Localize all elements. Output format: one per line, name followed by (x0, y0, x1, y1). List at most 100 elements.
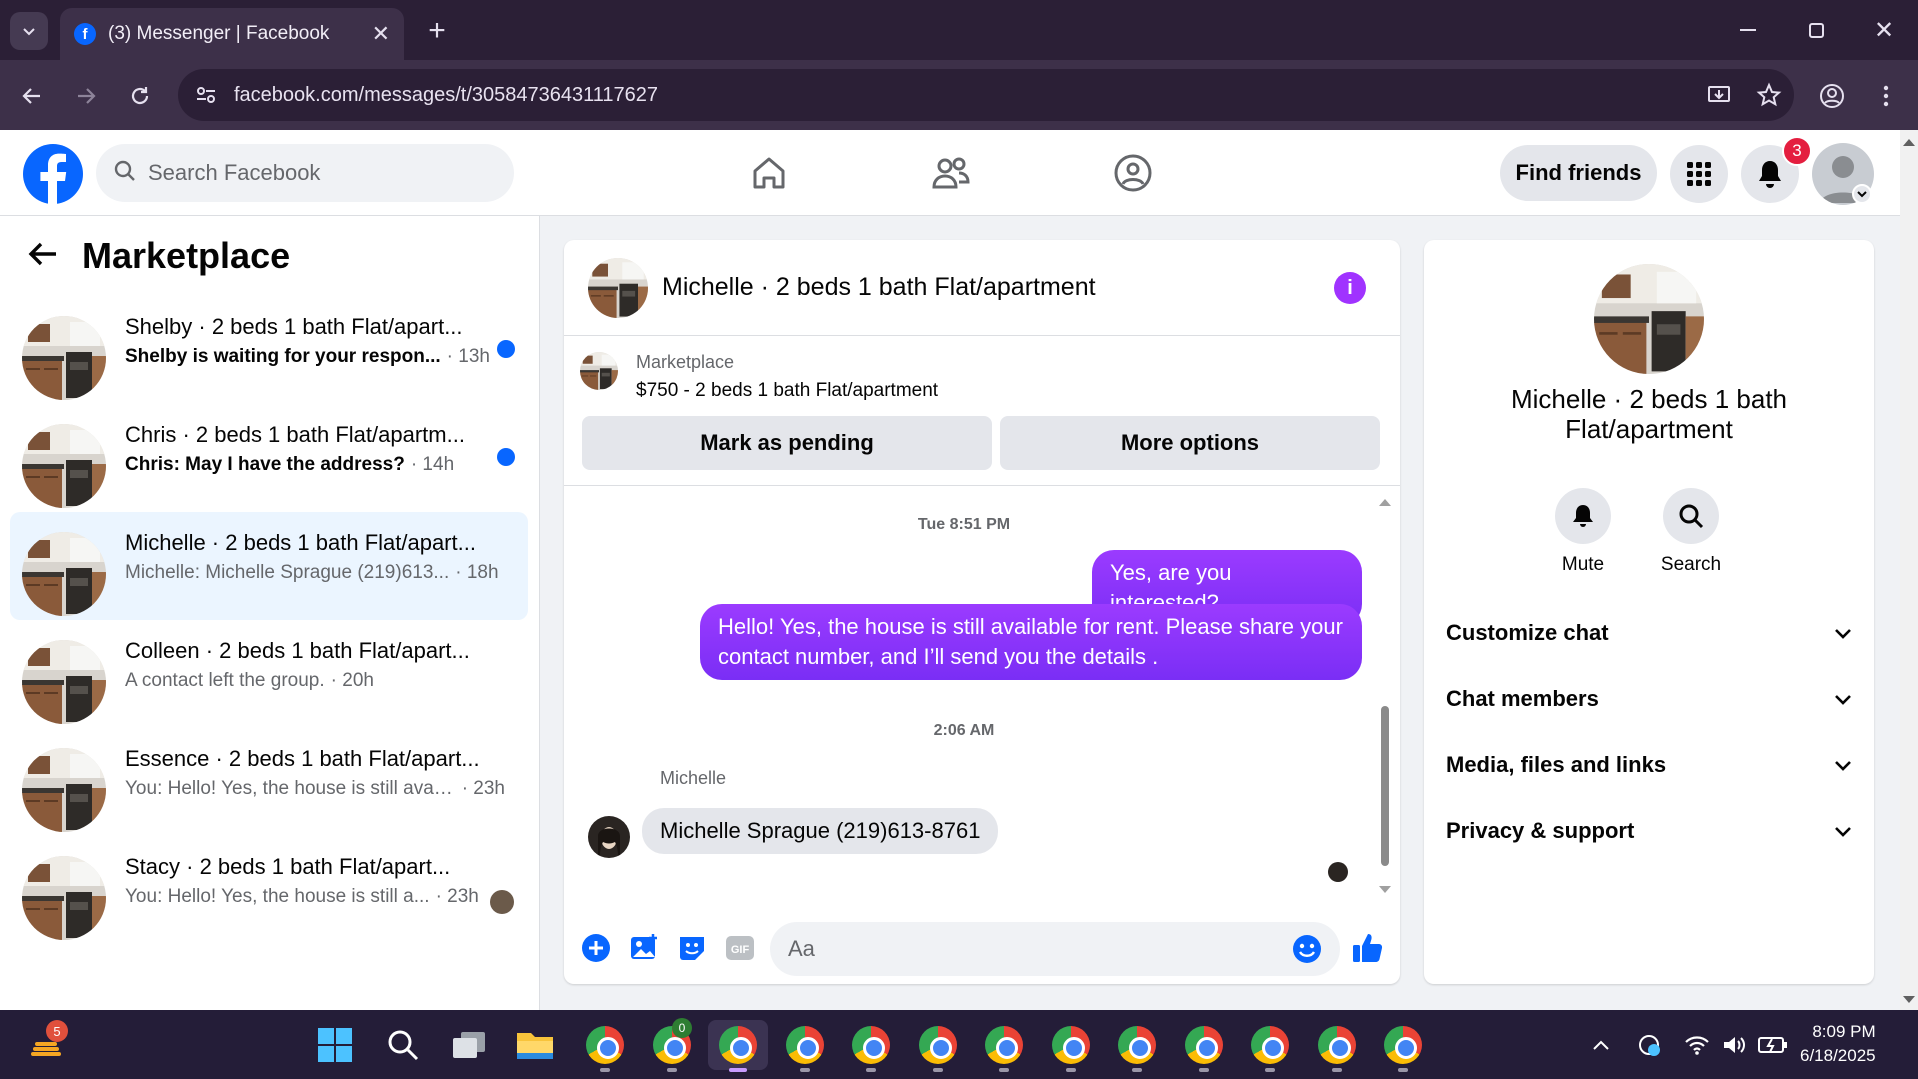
listing-title[interactable]: $750 - 2 beds 1 bath Flat/apartment (636, 380, 938, 402)
search-input[interactable] (148, 160, 478, 186)
tab-close-icon[interactable]: ✕ (372, 21, 390, 47)
new-tab-button[interactable]: + (418, 12, 456, 50)
add-plus-icon[interactable] (578, 930, 614, 966)
tab-search-dropdown-icon[interactable] (10, 12, 48, 50)
search-icon (114, 160, 136, 187)
chrome-taskbar-icon[interactable] (780, 1020, 830, 1070)
running-indicator (1398, 1068, 1408, 1072)
facebook-favicon-icon: f (74, 23, 96, 45)
mute-bell-icon[interactable] (1555, 488, 1611, 544)
info-section-media-files-and-links[interactable]: Media, files and links (1446, 740, 1852, 790)
chrome-taskbar-icon[interactable] (1179, 1020, 1229, 1070)
chat-info-pane: Michelle · 2 beds 1 bath Flat/apartment … (1424, 240, 1874, 984)
address-bar[interactable]: facebook.com/messages/t/3058473643111762… (178, 69, 1794, 121)
conversation-list-item[interactable]: Colleen · 2 beds 1 bath Flat/apart... A c… (10, 620, 528, 728)
incoming-message[interactable]: Michelle Sprague (219)613-8761 (642, 808, 999, 854)
preview-text: A contact left the group. (125, 670, 325, 691)
find-friends-button[interactable]: Find friends (1500, 145, 1657, 201)
more-options-button[interactable]: More options (1000, 416, 1380, 470)
groups-nav-icon[interactable] (1088, 150, 1178, 196)
info-section-chat-members[interactable]: Chat members (1446, 674, 1852, 724)
file-explorer-icon[interactable] (510, 1020, 560, 1070)
preview-time: · 18h (455, 562, 499, 583)
sender-avatar[interactable] (588, 816, 630, 858)
bookmark-star-icon[interactable] (1756, 82, 1782, 113)
facebook-search[interactable] (96, 144, 514, 202)
show-hidden-icons-chevron-up-icon[interactable] (1586, 1030, 1616, 1060)
chrome-taskbar-icon[interactable] (1046, 1020, 1096, 1070)
thread-scrollbar[interactable] (1378, 496, 1392, 896)
photo-attach-icon[interactable] (626, 930, 662, 966)
info-section-customize-chat[interactable]: Customize chat (1446, 608, 1852, 658)
facebook-logo[interactable] (22, 143, 84, 205)
back-icon[interactable] (12, 76, 52, 116)
search-in-chat-button[interactable]: Search (1646, 488, 1736, 576)
start-windows-icon[interactable] (310, 1020, 360, 1070)
friends-nav-icon[interactable] (906, 150, 996, 196)
chrome-taskbar-icon[interactable] (708, 1020, 768, 1070)
sticker-icon[interactable] (674, 930, 710, 966)
gif-icon[interactable]: GIF (722, 930, 758, 966)
info-section-privacy-support[interactable]: Privacy & support (1446, 806, 1852, 856)
task-view-icon[interactable] (444, 1020, 494, 1070)
profile-icon[interactable] (1812, 76, 1852, 116)
mute-button[interactable]: Mute (1538, 488, 1628, 576)
system-clock[interactable]: 8:09 PM 6/18/2025 (1800, 1020, 1876, 1068)
read-receipt-avatar (1328, 862, 1348, 882)
network-info-icon[interactable] (1634, 1030, 1664, 1060)
chrome-taskbar-icon[interactable] (1245, 1020, 1295, 1070)
conversation-list-item[interactable]: Stacy · 2 beds 1 bath Flat/apart... You: … (10, 836, 528, 944)
message-input[interactable] (788, 936, 1268, 962)
mark-as-pending-button[interactable]: Mark as pending (582, 416, 992, 470)
running-indicator (729, 1068, 747, 1072)
taskbar-search-icon[interactable] (378, 1020, 428, 1070)
account-chevron-down-icon[interactable] (1852, 184, 1872, 204)
site-info-icon[interactable] (194, 83, 218, 112)
marketplace-label: Marketplace (636, 352, 735, 372)
browser-menu-icon[interactable] (1866, 76, 1906, 116)
battery-icon[interactable] (1756, 1030, 1790, 1060)
volume-icon[interactable] (1720, 1030, 1750, 1060)
wifi-icon[interactable] (1682, 1030, 1712, 1060)
preview-time: · 20h (330, 670, 374, 691)
conversation-list-item[interactable]: Michelle · 2 beds 1 bath Flat/apart... Mi… (10, 512, 528, 620)
restore-icon[interactable] (1782, 0, 1850, 60)
chat-avatar[interactable] (588, 257, 648, 318)
back-arrow-icon[interactable] (28, 241, 58, 272)
install-app-icon[interactable] (1706, 82, 1732, 113)
chrome-taskbar-icon[interactable] (913, 1020, 963, 1070)
listing-thumbnail[interactable] (580, 352, 618, 390)
conversation-list-item[interactable]: Chris · 2 beds 1 bath Flat/apartm... Chri… (10, 404, 528, 512)
minimize-icon[interactable] (1714, 0, 1782, 60)
chrome-taskbar-icon[interactable] (979, 1020, 1029, 1070)
menu-grid-icon[interactable] (1670, 145, 1728, 203)
chrome-taskbar-icon[interactable] (1312, 1020, 1362, 1070)
info-icon[interactable]: i (1334, 272, 1366, 304)
home-nav-icon[interactable] (724, 150, 814, 196)
conversation-preview: A contact left the group. · 20h (125, 670, 505, 692)
preview-text: You: Hello! Yes, the house is still avai… (125, 778, 456, 799)
message-input-box[interactable] (770, 922, 1340, 976)
unread-dot (497, 340, 515, 358)
conversation-preview: Chris: May I have the address? · 14h (125, 454, 505, 476)
section-label: Media, files and links (1446, 752, 1667, 777)
timestamp: Tue 8:51 PM (917, 516, 1011, 533)
chrome-taskbar-icon[interactable] (580, 1020, 630, 1070)
reload-icon[interactable] (120, 76, 160, 116)
forward-icon[interactable] (66, 76, 106, 116)
browser-tab[interactable]: f (3) Messenger | Facebook ✕ (60, 8, 404, 60)
like-thumb-icon[interactable] (1350, 930, 1386, 966)
close-window-icon[interactable]: ✕ (1850, 0, 1918, 60)
emoji-icon[interactable] (1292, 934, 1322, 969)
search-icon[interactable] (1663, 488, 1719, 544)
conversation-list-item[interactable]: Essence · 2 beds 1 bath Flat/apart... You… (10, 728, 528, 836)
chat-profile-picture[interactable] (1594, 264, 1704, 374)
chrome-taskbar-icon[interactable] (1112, 1020, 1162, 1070)
page-scrollbar[interactable] (1900, 130, 1918, 1010)
chat-title[interactable]: Michelle · 2 beds 1 bath Flat/apartment (662, 273, 1096, 302)
conversation-list-item[interactable]: Shelby · 2 beds 1 bath Flat/apart... Shel… (10, 296, 528, 404)
chrome-taskbar-icon[interactable] (846, 1020, 896, 1070)
seen-avatar (490, 890, 514, 914)
outgoing-message[interactable]: Hello! Yes, the house is still available… (700, 604, 1362, 680)
chrome-taskbar-icon[interactable] (1378, 1020, 1428, 1070)
